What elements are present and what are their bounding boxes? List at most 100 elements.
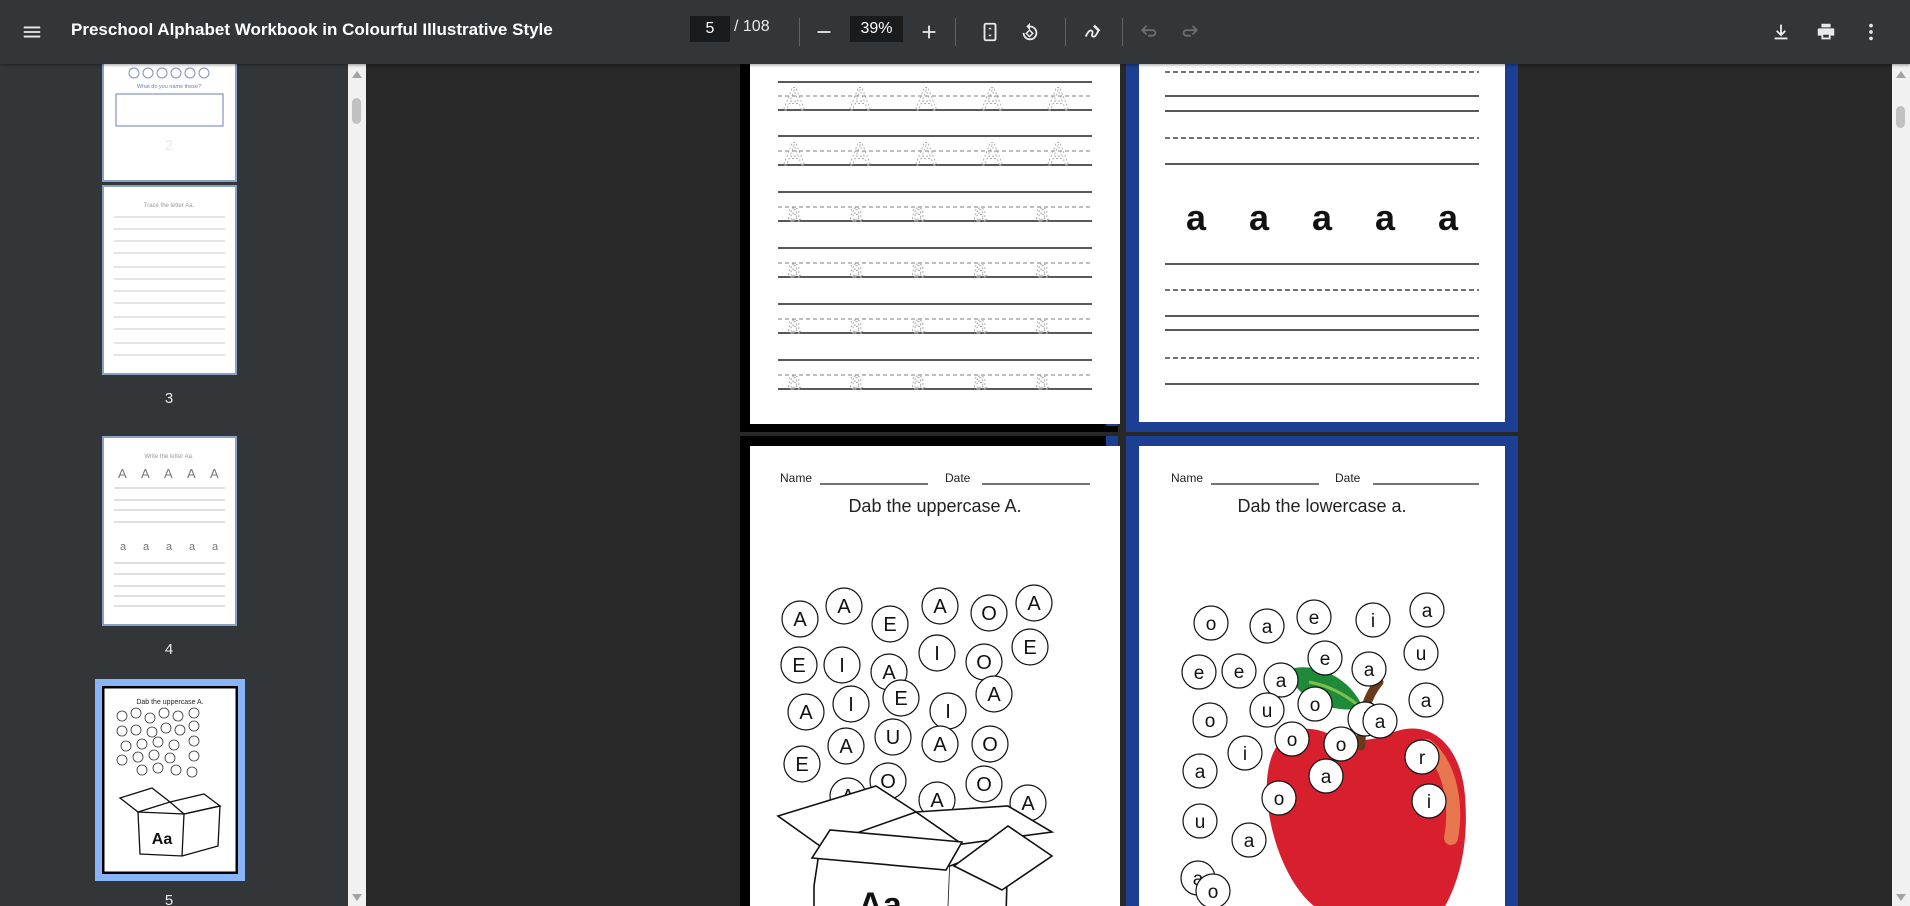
sidebar-scroll-thumb[interactable] [352,98,361,124]
dab-upper-letter: E [795,754,808,776]
more-vert-icon [1869,23,1873,41]
fit-page-button[interactable] [970,12,1010,52]
dab-upper-letter: O [981,603,997,625]
svg-text:a: a [849,368,863,395]
svg-text:A: A [915,136,937,172]
thumbnail-label: 5 [164,892,174,906]
svg-text:A: A [1047,81,1069,117]
menu-icon[interactable] [12,12,52,52]
svg-text:A: A [783,136,805,172]
svg-text:A: A [981,136,1003,172]
zoom-out-button[interactable] [804,12,844,52]
dab-upper-letter: A [793,609,807,631]
dab-lower-letter: u [1416,644,1427,665]
minus-icon [817,31,831,33]
scroll-down-arrow-icon[interactable] [1896,894,1906,901]
dab-lower-letter: a [1422,601,1433,622]
svg-text:A: A [849,136,871,172]
svg-text:a: a [787,368,801,395]
zoom-input[interactable] [850,16,903,42]
svg-text:a: a [189,541,196,553]
dab-lower-letter: a [1195,762,1206,783]
scroll-down-arrow-icon[interactable] [352,894,362,901]
thumbnail-page-2[interactable]: What do you name these? [102,64,237,182]
svg-text:a: a [787,256,801,283]
trace-letter-page: AAAAA AAAAA aaaaa aaaaa aaaaa aaaaa [750,64,1120,424]
dab-lower-letter: e [1234,662,1245,683]
dab-upper-letter: A [933,734,947,756]
thumbnail-page-4[interactable]: Write the letter Aa. AAAAA aaaaa [102,436,237,626]
dab-upper-letter: O [976,652,992,674]
svg-text:a: a [911,256,925,283]
dab-upper-letter: E [883,614,896,636]
viewer-scroll-thumb[interactable] [1896,106,1905,128]
download-icon [1774,24,1788,40]
undo-button[interactable] [1129,12,1169,52]
thumbnail-label: 2 [164,137,174,154]
dab-upper-letter: I [934,643,940,665]
dab-upper-letter: A [987,684,1001,706]
download-button[interactable] [1761,12,1801,52]
dab-upper-letter: A [799,702,813,724]
svg-text:What do you name these?: What do you name these? [137,84,201,90]
svg-text:a: a [166,541,173,553]
svg-text:a: a [911,200,925,227]
dab-lower-letter: e [1320,649,1331,670]
svg-text:Trace the letter Aa.: Trace the letter Aa. [144,203,195,209]
svg-text:a: a [212,541,219,553]
svg-text:Dab the uppercase A.: Dab the uppercase A. [136,699,203,706]
dab-lower-letter: o [1208,882,1219,903]
viewer-scrollbar[interactable] [1892,64,1910,906]
page-number-input[interactable] [690,16,730,42]
dab-upper-letter: E [1023,637,1036,659]
print-button[interactable] [1806,12,1846,52]
svg-text:a: a [1035,368,1049,395]
zoom-in-button[interactable] [909,12,949,52]
annotate-button[interactable] [1073,12,1113,52]
write-letter-page: aaaaa [1139,64,1505,422]
svg-text:a: a [787,200,801,227]
svg-text:Dab the lowercase a.: Dab the lowercase a. [1237,496,1406,516]
svg-text:a: a [120,541,127,553]
dab-lower-letter: i [1371,611,1375,632]
svg-text:a: a [973,256,987,283]
svg-text:a: a [973,368,987,395]
svg-text:a: a [973,312,987,339]
dab-upper-letter: A [837,596,851,618]
dab-upper-letter: U [886,727,900,749]
dab-upper-letter: O [982,734,998,756]
dab-lower-letter: i [1243,744,1247,765]
svg-text:A: A [164,466,173,481]
dab-lower-letter: a [1375,712,1386,733]
svg-text:A: A [783,81,805,117]
thumbnail-label: 3 [164,390,174,407]
dab-lower-letter: o [1287,730,1298,751]
svg-text:A: A [118,466,127,481]
dab-uppercase-page: Name Date Dab the uppercase A. AAEAOAEIA… [750,446,1120,906]
svg-text:a: a [1186,197,1207,238]
thumbnail-page-3[interactable]: Trace the letter Aa. [102,185,237,375]
rotate-button[interactable] [1010,12,1050,52]
document-viewer: AAAAA AAAAA aaaaa aaaaa aaaaa aaaaa a a … [366,64,1892,906]
fit-page-icon [983,22,997,42]
scroll-up-arrow-icon[interactable] [352,71,362,78]
svg-text:A: A [187,466,196,481]
print-icon [1817,23,1835,40]
svg-text:A: A [210,466,219,481]
thumbnail-page-5[interactable]: Dab the uppercase A. Aa [95,679,245,881]
dab-lower-letter: r [1419,748,1426,769]
svg-text:Date: Date [1335,471,1361,485]
svg-text:a: a [849,256,863,283]
sidebar-scrollbar[interactable] [348,64,366,906]
dab-lower-letter: o [1310,695,1321,716]
dab-lower-letter: o [1274,789,1285,810]
dab-lower-letter: u [1262,701,1273,722]
dab-upper-letter: E [894,688,907,710]
dab-lower-letter: e [1194,663,1205,684]
dab-lower-letter: i [1427,792,1431,813]
svg-text:a: a [1035,256,1049,283]
svg-text:a: a [1035,200,1049,227]
more-options-button[interactable] [1851,12,1891,52]
redo-button[interactable] [1170,12,1210,52]
scroll-up-arrow-icon[interactable] [1896,71,1906,78]
